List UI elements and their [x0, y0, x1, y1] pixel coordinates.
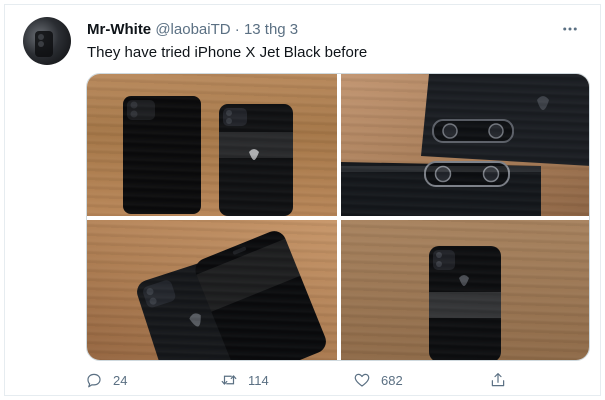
retweet-count: 114	[248, 372, 269, 388]
share-button[interactable]	[489, 371, 507, 389]
author-handle[interactable]: @laobaiTD	[155, 21, 230, 38]
tweet-header: Mr-White @laobaiTD · 13 thg 3	[87, 20, 560, 39]
like-count: 682	[381, 372, 403, 388]
reply-icon	[87, 373, 101, 388]
avatar-image	[35, 31, 53, 57]
reply-count: 24	[113, 372, 128, 388]
photo-2[interactable]	[341, 74, 589, 216]
tweet-date[interactable]: 13 thg 3	[244, 21, 298, 38]
retweet-button[interactable]: 114	[220, 371, 269, 389]
tweet-card[interactable]: Mr-White @laobaiTD · 13 thg 3 They have …	[4, 4, 601, 396]
avatar[interactable]	[23, 17, 71, 65]
reply-button[interactable]: 24	[85, 371, 127, 389]
photo-1[interactable]	[87, 74, 337, 216]
more-horizontal-icon	[563, 27, 577, 31]
photo-3[interactable]	[87, 220, 337, 360]
share-icon	[491, 373, 505, 387]
photo-4[interactable]	[341, 220, 589, 360]
tweet-text: They have tried iPhone X Jet Black befor…	[87, 44, 368, 61]
more-options-button[interactable]	[558, 17, 582, 41]
separator-dot: ·	[234, 21, 240, 38]
retweet-icon	[221, 375, 237, 385]
heart-icon	[354, 373, 370, 387]
tweet-actions: 24 114 682	[85, 371, 515, 393]
author-name[interactable]: Mr-White	[87, 21, 151, 38]
like-button[interactable]: 682	[353, 371, 403, 389]
media-grid	[86, 73, 590, 361]
